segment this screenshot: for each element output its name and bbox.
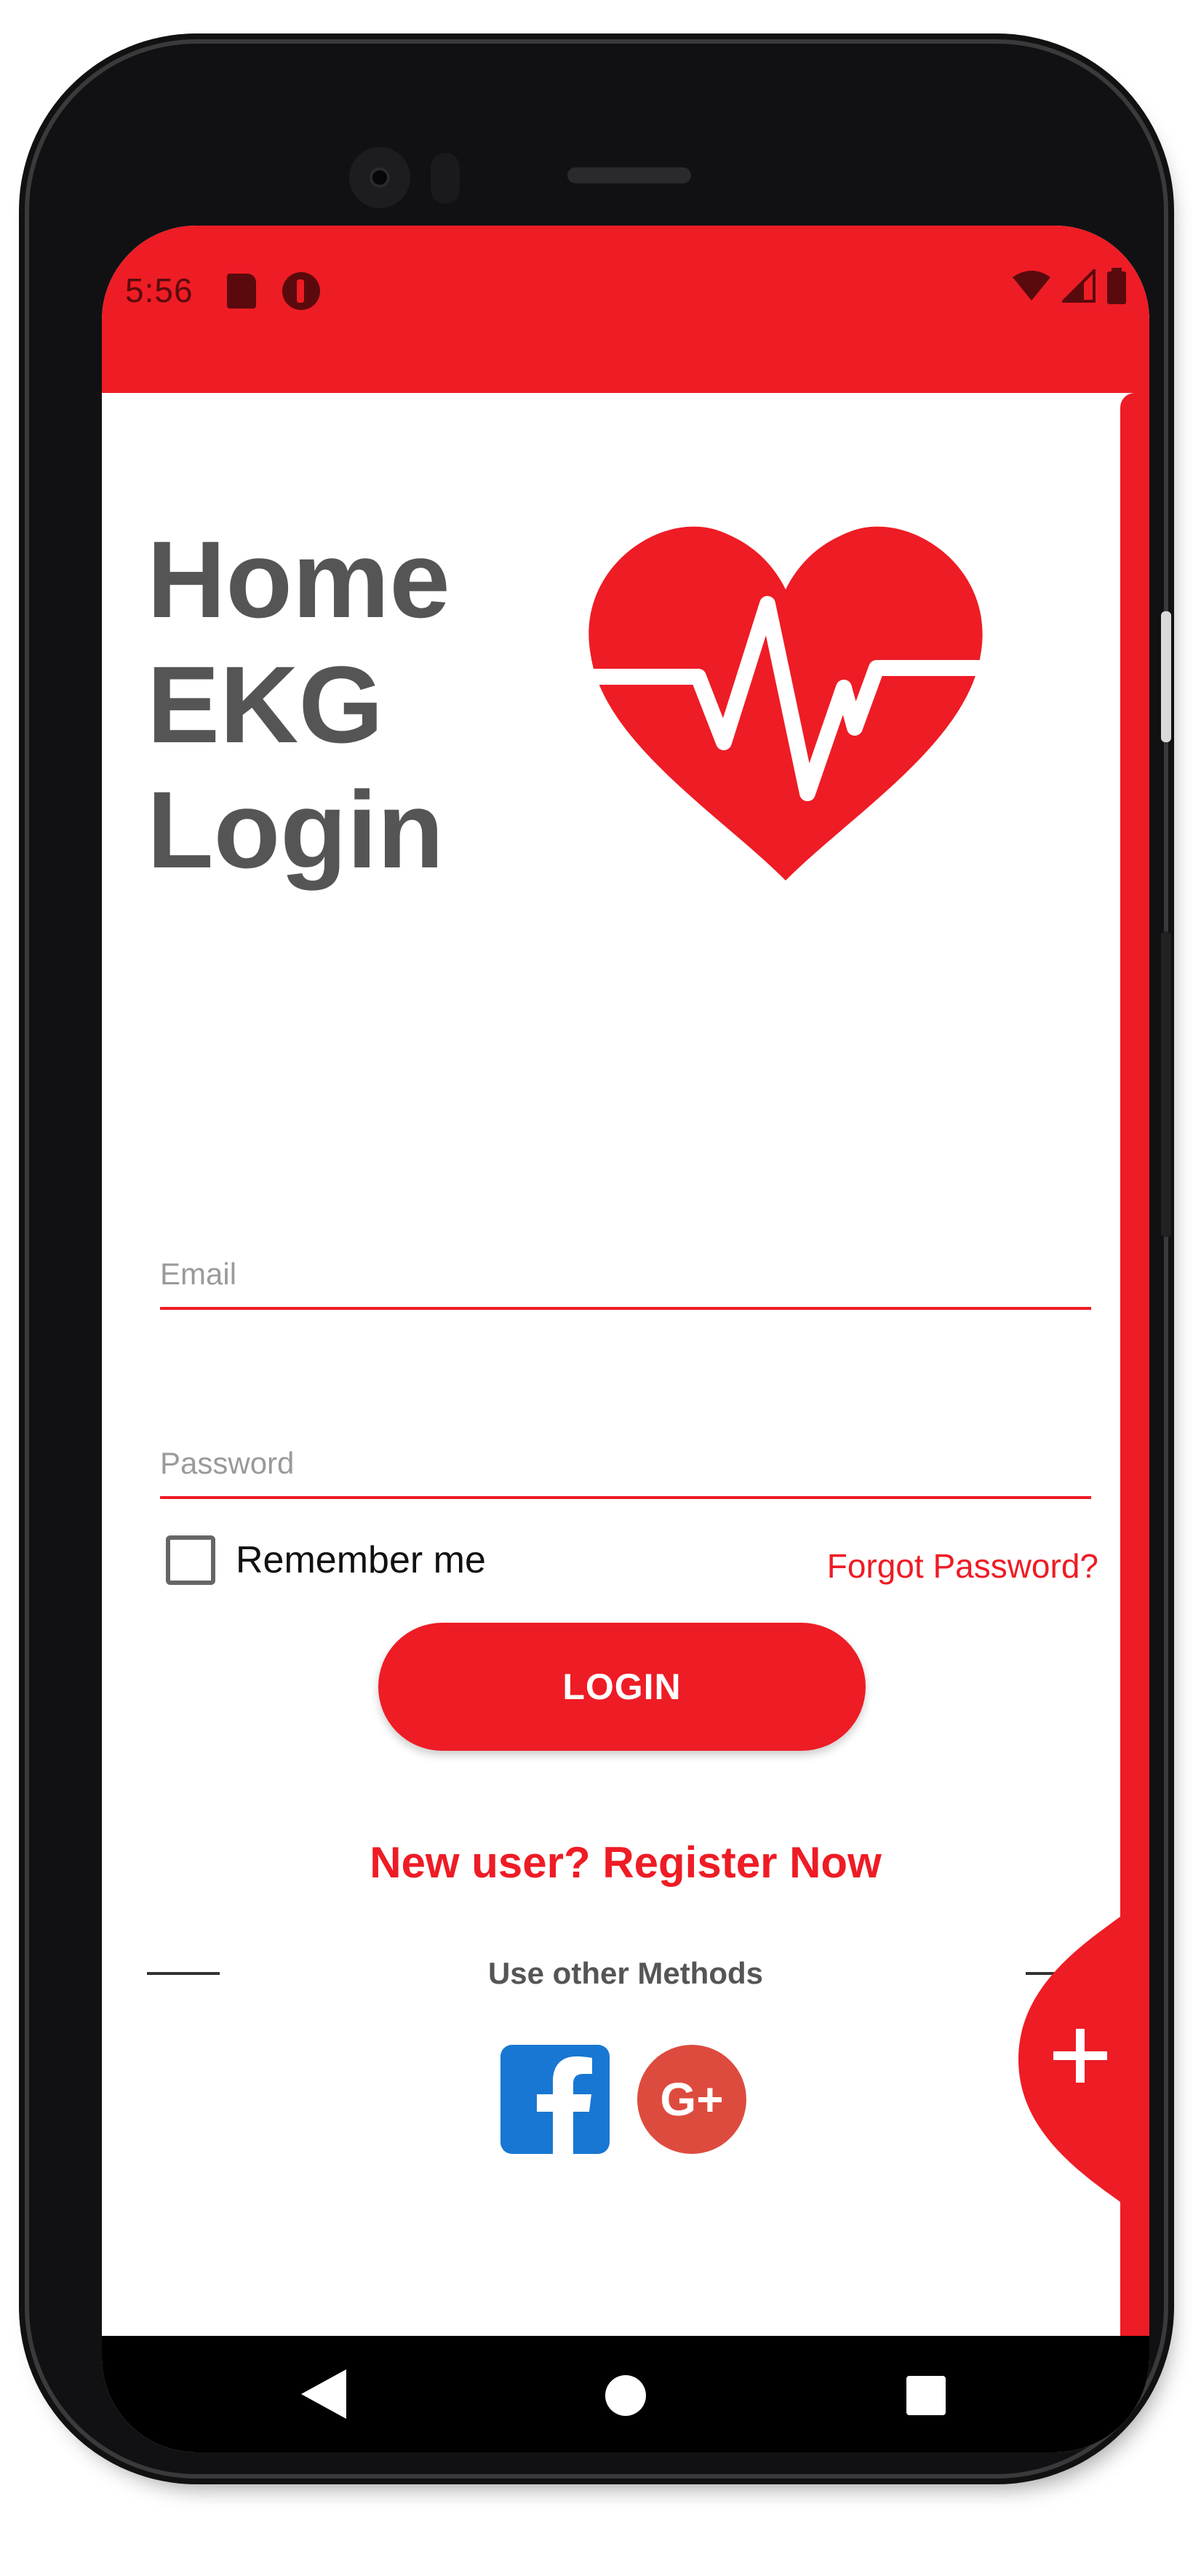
google-plus-login-button[interactable]: G+ bbox=[637, 2045, 746, 2154]
wifi-icon bbox=[1013, 271, 1050, 301]
google-plus-icon: G+ bbox=[660, 2073, 724, 2126]
status-icons bbox=[1011, 268, 1128, 304]
app-screen: 5:56 Home EKG Login Email Remember me Fo… bbox=[102, 226, 1149, 2452]
home-icon[interactable] bbox=[605, 2375, 646, 2416]
facebook-icon bbox=[537, 2056, 592, 2154]
front-camera bbox=[349, 147, 410, 208]
battery-icon bbox=[1107, 268, 1126, 304]
title-line-home: Home bbox=[147, 518, 450, 640]
volume-button bbox=[1161, 611, 1171, 742]
back-icon[interactable] bbox=[298, 2366, 349, 2422]
recents-icon[interactable] bbox=[906, 2376, 946, 2415]
cell-signal-icon bbox=[1062, 269, 1096, 303]
email-input[interactable] bbox=[160, 1249, 1091, 1300]
page-title: Home EKG Login bbox=[147, 517, 583, 892]
proximity-sensor bbox=[431, 153, 460, 204]
phone-frame: 5:56 Home EKG Login Email Remember me Fo… bbox=[29, 44, 1171, 2474]
facebook-login-button[interactable] bbox=[500, 2045, 610, 2154]
power-button bbox=[1161, 931, 1171, 1237]
other-methods-label: Use other Methods bbox=[487, 1956, 764, 1990]
app-notification-icon bbox=[282, 272, 320, 310]
login-button[interactable]: LOGIN bbox=[378, 1623, 866, 1751]
password-field[interactable] bbox=[160, 1419, 1091, 1499]
password-input[interactable] bbox=[160, 1438, 1091, 1489]
remember-me-label: Remember me bbox=[236, 1539, 486, 1581]
plus-icon[interactable] bbox=[1048, 2023, 1113, 2088]
remember-me-row[interactable]: Remember me bbox=[166, 1535, 486, 1585]
forgot-password-link[interactable]: Forgot Password? bbox=[827, 1546, 1098, 1586]
status-bar: 5:56 bbox=[102, 226, 1149, 393]
title-line-ekg: EKG bbox=[147, 643, 384, 766]
register-link[interactable]: New user? Register Now bbox=[102, 1837, 1149, 1888]
status-time: 5:56 bbox=[125, 271, 193, 309]
heart-ekg-logo-icon bbox=[581, 526, 990, 880]
email-field[interactable] bbox=[160, 1230, 1091, 1310]
remember-me-checkbox[interactable] bbox=[166, 1535, 215, 1585]
system-navigation-bar bbox=[102, 2336, 1149, 2452]
earpiece-speaker bbox=[567, 167, 691, 183]
title-line-login: Login bbox=[147, 768, 444, 891]
sd-card-icon bbox=[227, 274, 256, 309]
